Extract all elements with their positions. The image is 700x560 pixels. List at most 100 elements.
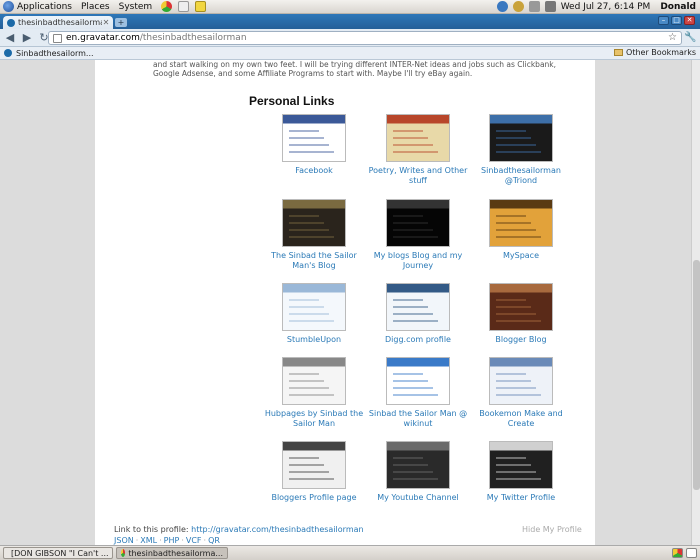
other-bookmarks-button[interactable]: Other Bookmarks <box>614 48 696 57</box>
personal-link[interactable]: Bookemon Make and Create <box>466 357 576 429</box>
profile-link-label: Link to this profile: http://gravatar.co… <box>114 525 364 534</box>
bookmark-star-icon[interactable]: ☆ <box>668 32 677 43</box>
link-thumbnail[interactable] <box>282 199 346 247</box>
personal-link[interactable]: My Twitter Profile <box>466 441 576 503</box>
personal-link[interactable]: My Youtube Channel <box>363 441 473 503</box>
bottom-panel: [DON GIBSON "I Can't ... thesinbadthesai… <box>0 545 700 560</box>
top-panel: Applications Places System Wed Jul 27, 6… <box>0 0 700 14</box>
link-caption[interactable]: Sinbad the Sailor Man @ wikinut <box>363 409 473 429</box>
update-icon[interactable] <box>512 1 524 12</box>
link-thumbnail[interactable] <box>489 357 553 405</box>
mail-tray-icon[interactable] <box>528 1 540 12</box>
section-title: Personal Links <box>249 94 335 108</box>
profile-formats: JSON · XML · PHP · VCF · QR <box>114 536 220 545</box>
bookmarks-bar: Sinbadthesailorm... Other Bookmarks <box>0 47 700 60</box>
close-tab-icon[interactable]: ✕ <box>102 18 110 27</box>
url-host: en.gravatar.com <box>66 33 140 43</box>
bookmark-label: Sinbadthesailorm... <box>16 48 94 58</box>
bookmark-sinbad[interactable]: Sinbadthesailorm... <box>4 49 94 58</box>
maximize-icon[interactable]: □ <box>671 16 682 25</box>
link-thumbnail[interactable] <box>282 441 346 489</box>
close-window-icon[interactable]: ✕ <box>684 16 695 25</box>
link-thumbnail[interactable] <box>489 199 553 247</box>
vertical-scrollbar[interactable] <box>691 60 700 545</box>
link-caption[interactable]: Bookemon Make and Create <box>466 409 576 429</box>
link-caption[interactable]: Bloggers Profile page <box>259 493 369 503</box>
link-caption[interactable]: MySpace <box>466 251 576 261</box>
tab-title: thesinbadthesailorma... <box>18 18 102 27</box>
personal-link[interactable]: Hubpages by Sinbad the Sailor Man <box>259 357 369 429</box>
personal-link[interactable]: Blogger Blog <box>466 283 576 345</box>
personal-link[interactable]: MySpace <box>466 199 576 261</box>
personal-link[interactable]: Facebook <box>259 114 369 176</box>
task-music-player[interactable]: [DON GIBSON "I Can't ... <box>3 547 113 559</box>
link-caption[interactable]: My Twitter Profile <box>466 493 576 503</box>
page-icon <box>53 33 62 43</box>
personal-link[interactable]: The Sinbad the Sailor Man's Blog <box>259 199 369 271</box>
link-caption[interactable]: Facebook <box>259 166 369 176</box>
personal-link[interactable]: Bloggers Profile page <box>259 441 369 503</box>
link-caption[interactable]: The Sinbad the Sailor Man's Blog <box>259 251 369 271</box>
fedora-logo-icon[interactable] <box>3 1 14 12</box>
tab-strip: thesinbadthesailorma... ✕ + – □ ✕ <box>0 14 700 29</box>
personal-link[interactable]: Sinbadthesailorman @Triond <box>466 114 576 186</box>
minimize-icon[interactable]: – <box>658 16 669 25</box>
link-thumbnail[interactable] <box>386 283 450 331</box>
personal-link[interactable]: Sinbad the Sailor Man @ wikinut <box>363 357 473 429</box>
new-tab-button[interactable]: + <box>115 18 127 27</box>
mail-launcher-icon[interactable] <box>178 1 190 12</box>
link-caption[interactable]: Sinbadthesailorman @Triond <box>466 166 576 186</box>
link-caption[interactable]: StumbleUpon <box>259 335 369 345</box>
format-xml-link[interactable]: XML <box>140 536 157 545</box>
profile-link-url[interactable]: http://gravatar.com/thesinbadthesailorma… <box>191 525 363 534</box>
link-thumbnail[interactable] <box>282 283 346 331</box>
link-thumbnail[interactable] <box>282 357 346 405</box>
notes-launcher-icon[interactable] <box>195 1 207 12</box>
link-caption[interactable]: Blogger Blog <box>466 335 576 345</box>
link-thumbnail[interactable] <box>489 283 553 331</box>
format-qr-link[interactable]: QR <box>208 536 220 545</box>
workspace-switcher[interactable] <box>669 548 697 558</box>
link-caption[interactable]: Hubpages by Sinbad the Sailor Man <box>259 409 369 429</box>
folder-icon <box>614 49 624 56</box>
chrome-launcher-icon[interactable] <box>161 1 173 12</box>
format-vcf-link[interactable]: VCF <box>186 536 202 545</box>
link-thumbnail[interactable] <box>386 199 450 247</box>
about-text: and start walking on my own two feet. I … <box>153 60 557 78</box>
link-thumbnail[interactable] <box>282 114 346 162</box>
applications-menu[interactable]: Applications <box>17 2 72 12</box>
link-caption[interactable]: My blogs Blog and my Journey <box>363 251 473 271</box>
bookmark-favicon-icon <box>4 49 12 57</box>
scrollbar-thumb[interactable] <box>693 260 700 490</box>
other-bookmarks-label: Other Bookmarks <box>626 48 696 57</box>
volume-icon[interactable] <box>544 1 556 12</box>
link-thumbnail[interactable] <box>489 114 553 162</box>
system-menu[interactable]: System <box>119 2 153 12</box>
personal-link[interactable]: My blogs Blog and my Journey <box>363 199 473 271</box>
tab-gravatar[interactable]: thesinbadthesailorma... ✕ <box>3 16 113 29</box>
personal-link[interactable]: StumbleUpon <box>259 283 369 345</box>
wrench-menu-icon[interactable]: 🔧 <box>684 32 696 44</box>
link-thumbnail[interactable] <box>386 441 450 489</box>
browser-toolbar: ◀ ▶ ↻ en.gravatar.com/thesinbadthesailor… <box>0 29 700 47</box>
link-caption[interactable]: My Youtube Channel <box>363 493 473 503</box>
personal-link[interactable]: Poetry, Writes and Other stuff <box>363 114 473 186</box>
format-php-link[interactable]: PHP <box>164 536 180 545</box>
network-icon[interactable] <box>496 1 508 12</box>
personal-link[interactable]: Digg.com profile <box>363 283 473 345</box>
gravatar-favicon-icon <box>7 18 15 27</box>
clock[interactable]: Wed Jul 27, 6:14 PM <box>561 2 651 12</box>
link-caption[interactable]: Digg.com profile <box>363 335 473 345</box>
format-json-link[interactable]: JSON <box>114 536 134 545</box>
link-thumbnail[interactable] <box>386 357 450 405</box>
link-thumbnail[interactable] <box>489 441 553 489</box>
user-menu[interactable]: Donald <box>660 2 696 12</box>
link-caption[interactable]: Poetry, Writes and Other stuff <box>363 166 473 186</box>
hide-profile-link[interactable]: Hide My Profile <box>522 525 582 534</box>
address-bar[interactable]: en.gravatar.com/thesinbadthesailorman ☆ <box>48 31 682 45</box>
forward-arrow-icon[interactable]: ▶ <box>20 31 34 45</box>
places-menu[interactable]: Places <box>81 2 110 12</box>
back-arrow-icon[interactable]: ◀ <box>3 31 17 45</box>
link-thumbnail[interactable] <box>386 114 450 162</box>
task-chrome[interactable]: thesinbadthesailorma... <box>116 547 228 559</box>
